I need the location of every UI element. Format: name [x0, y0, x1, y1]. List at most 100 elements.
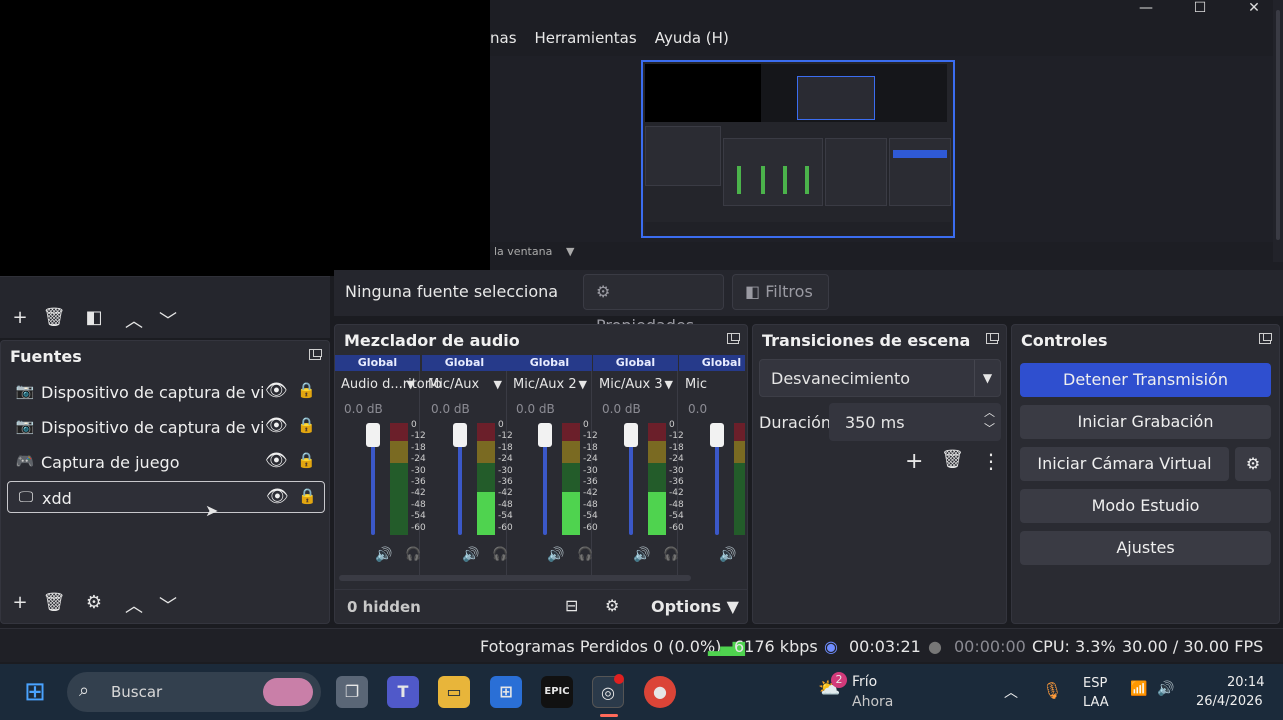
chevron-down-icon[interactable]: ﹀ [156, 592, 180, 618]
eye-icon[interactable]: 👁 [265, 450, 288, 471]
lock-icon[interactable]: 🔒 [297, 381, 316, 399]
layout-icon[interactable]: ⊟ [565, 596, 578, 615]
menu-item-scenes[interactable]: nas [490, 22, 517, 54]
float-dock-icon[interactable] [727, 333, 740, 344]
source-item[interactable]: 🎮 Captura de juego 👁 🔒 [7, 446, 325, 478]
source-item[interactable]: 📷 Dispositivo de captura de video 👁 🔒 [7, 376, 325, 408]
taskbar-search[interactable]: ⌕ Buscar [67, 672, 321, 712]
chevron-up-icon[interactable]: ︿ [122, 592, 146, 618]
speaker-icon[interactable]: 🔊 [547, 547, 564, 563]
eye-icon[interactable]: 👁 [266, 486, 289, 507]
gear-icon[interactable]: ⚙ [82, 592, 106, 613]
filters-button[interactable]: ◧ Filtros [732, 274, 829, 310]
transition-select[interactable]: Desvanecimiento ▼ [759, 359, 1001, 397]
menu-item-tools[interactable]: Herramientas [535, 22, 637, 54]
volume-slider-handle[interactable] [624, 423, 638, 447]
volume-icon[interactable]: 🔊 [1157, 681, 1174, 697]
no-source-label: Ninguna fuente selecciona [345, 282, 559, 301]
stop-stream-button[interactable]: Detener Transmisión [1020, 363, 1271, 397]
file-explorer-icon[interactable]: ▭ [438, 676, 470, 708]
speaker-icon[interactable]: 🔊 [462, 547, 479, 563]
speaker-icon[interactable]: 🔊 [633, 547, 650, 563]
channel-name[interactable]: Mic/Aux [428, 377, 479, 392]
speaker-icon[interactable]: 🔊 [719, 547, 736, 563]
headphone-monitor-icon[interactable]: 🎧 [577, 547, 593, 562]
more-options-icon[interactable]: ⋮ [981, 449, 1001, 473]
chevron-down-icon[interactable]: ﹀ [156, 307, 180, 333]
vertical-scrollbar[interactable] [1273, 0, 1283, 262]
scenes-toolbar: + 🗑 ◧ ︿ ﹀ [0, 276, 330, 338]
channel-name[interactable]: Mic/Aux 2 [513, 377, 577, 392]
trash-icon[interactable]: 🗑 [42, 592, 66, 613]
lock-icon[interactable]: 🔒 [298, 487, 317, 505]
add-icon[interactable]: + [8, 307, 32, 328]
source-label: Dispositivo de captura de video [41, 418, 263, 437]
clock-time[interactable]: 20:14 [1227, 675, 1264, 690]
meter-green-zone [390, 463, 408, 535]
windows-start-icon[interactable]: ⊞ [24, 678, 46, 706]
virtual-camera-button[interactable]: Iniciar Cámara Virtual [1020, 447, 1229, 481]
trash-icon[interactable]: 🗑 [42, 307, 66, 328]
chevron-up-icon[interactable]: ︿ [122, 307, 146, 333]
maximize-button[interactable]: ☐ [1180, 0, 1220, 16]
volume-slider-handle[interactable] [538, 423, 552, 447]
float-dock-icon[interactable] [1259, 333, 1272, 344]
start-recording-button[interactable]: Iniciar Grabación [1020, 405, 1271, 439]
studio-mode-button[interactable]: Modo Estudio [1020, 489, 1271, 523]
settings-button[interactable]: Ajustes [1020, 531, 1271, 565]
gear-icon: ⚙ [1245, 454, 1261, 473]
headphone-monitor-icon[interactable]: 🎧 [492, 547, 508, 562]
epic-games-icon[interactable]: EPIC [541, 676, 573, 708]
speaker-icon[interactable]: 🔊 [375, 547, 392, 563]
close-button[interactable]: ✕ [1234, 0, 1274, 16]
source-item-selected[interactable]: 🖵 xdd 👁 🔒 [7, 481, 325, 513]
channel-db: 0.0 dB [431, 402, 470, 416]
volume-slider-handle[interactable] [710, 423, 724, 447]
volume-slider-handle[interactable] [453, 423, 467, 447]
options-button[interactable]: Options ▼ [651, 597, 739, 616]
float-dock-icon[interactable] [986, 333, 999, 344]
chevron-down-icon[interactable]: ▼ [566, 245, 574, 258]
trash-icon[interactable]: 🗑 [941, 449, 964, 470]
microphone-icon[interactable]: 🎙 [1042, 681, 1062, 700]
store-icon[interactable]: ⊞ [490, 676, 522, 708]
level-meter [562, 423, 580, 535]
program-preview[interactable] [641, 60, 955, 238]
chevron-down-icon[interactable]: ▼ [665, 378, 673, 391]
channel-name[interactable]: Mic/Aux 3 [599, 377, 663, 392]
volume-slider-handle[interactable] [366, 423, 380, 447]
lock-icon[interactable]: 🔒 [297, 416, 316, 434]
gear-icon[interactable]: ⚙ [605, 596, 619, 615]
teams-icon[interactable]: T [387, 676, 419, 708]
chevron-down-icon[interactable]: ▼ [579, 378, 587, 391]
filter-icon[interactable]: ◧ [82, 307, 106, 328]
chevron-down-icon[interactable]: ▼ [407, 378, 415, 391]
filters-label: Filtros [765, 282, 813, 301]
chrome-icon[interactable]: ● [644, 676, 676, 708]
float-dock-icon[interactable] [309, 349, 322, 360]
channel-name[interactable]: Mic [685, 377, 707, 392]
headphone-monitor-icon[interactable]: 🎧 [663, 547, 679, 562]
mixer-channel: GlobalMic0.00-12-18-24-30-36-42-48-54-60… [679, 355, 745, 575]
spin-arrows-icon[interactable]: ︿ ﹀ [984, 405, 995, 437]
source-item[interactable]: 📷 Dispositivo de captura de video 👁 🔒 [7, 411, 325, 443]
add-icon[interactable]: + [8, 592, 32, 613]
eye-icon[interactable]: 👁 [265, 415, 288, 436]
wifi-icon[interactable]: 📶 [1130, 681, 1147, 697]
language-code[interactable]: ESP [1083, 676, 1107, 691]
minimize-button[interactable]: — [1126, 0, 1166, 16]
properties-bar: Ninguna fuente selecciona ⚙ Propiedades … [334, 270, 1283, 335]
properties-button[interactable]: ⚙ Propiedades [583, 274, 724, 335]
lock-icon[interactable]: 🔒 [297, 451, 316, 469]
eye-icon[interactable]: 👁 [265, 380, 288, 401]
horizontal-scrollbar[interactable] [339, 575, 691, 581]
virtual-camera-settings-button[interactable]: ⚙ [1235, 447, 1271, 481]
headphone-monitor-icon[interactable]: 🎧 [405, 547, 421, 562]
menu-item-help[interactable]: Ayuda (H) [655, 22, 729, 54]
duration-input[interactable]: 350 ms ︿ ﹀ [829, 403, 1001, 441]
meter-level [562, 492, 580, 535]
chevron-up-icon[interactable]: ︿ [1004, 682, 1018, 702]
task-view-icon[interactable]: ❐ [336, 676, 368, 708]
chevron-down-icon[interactable]: ▼ [494, 378, 502, 391]
add-icon[interactable]: + [905, 449, 923, 474]
